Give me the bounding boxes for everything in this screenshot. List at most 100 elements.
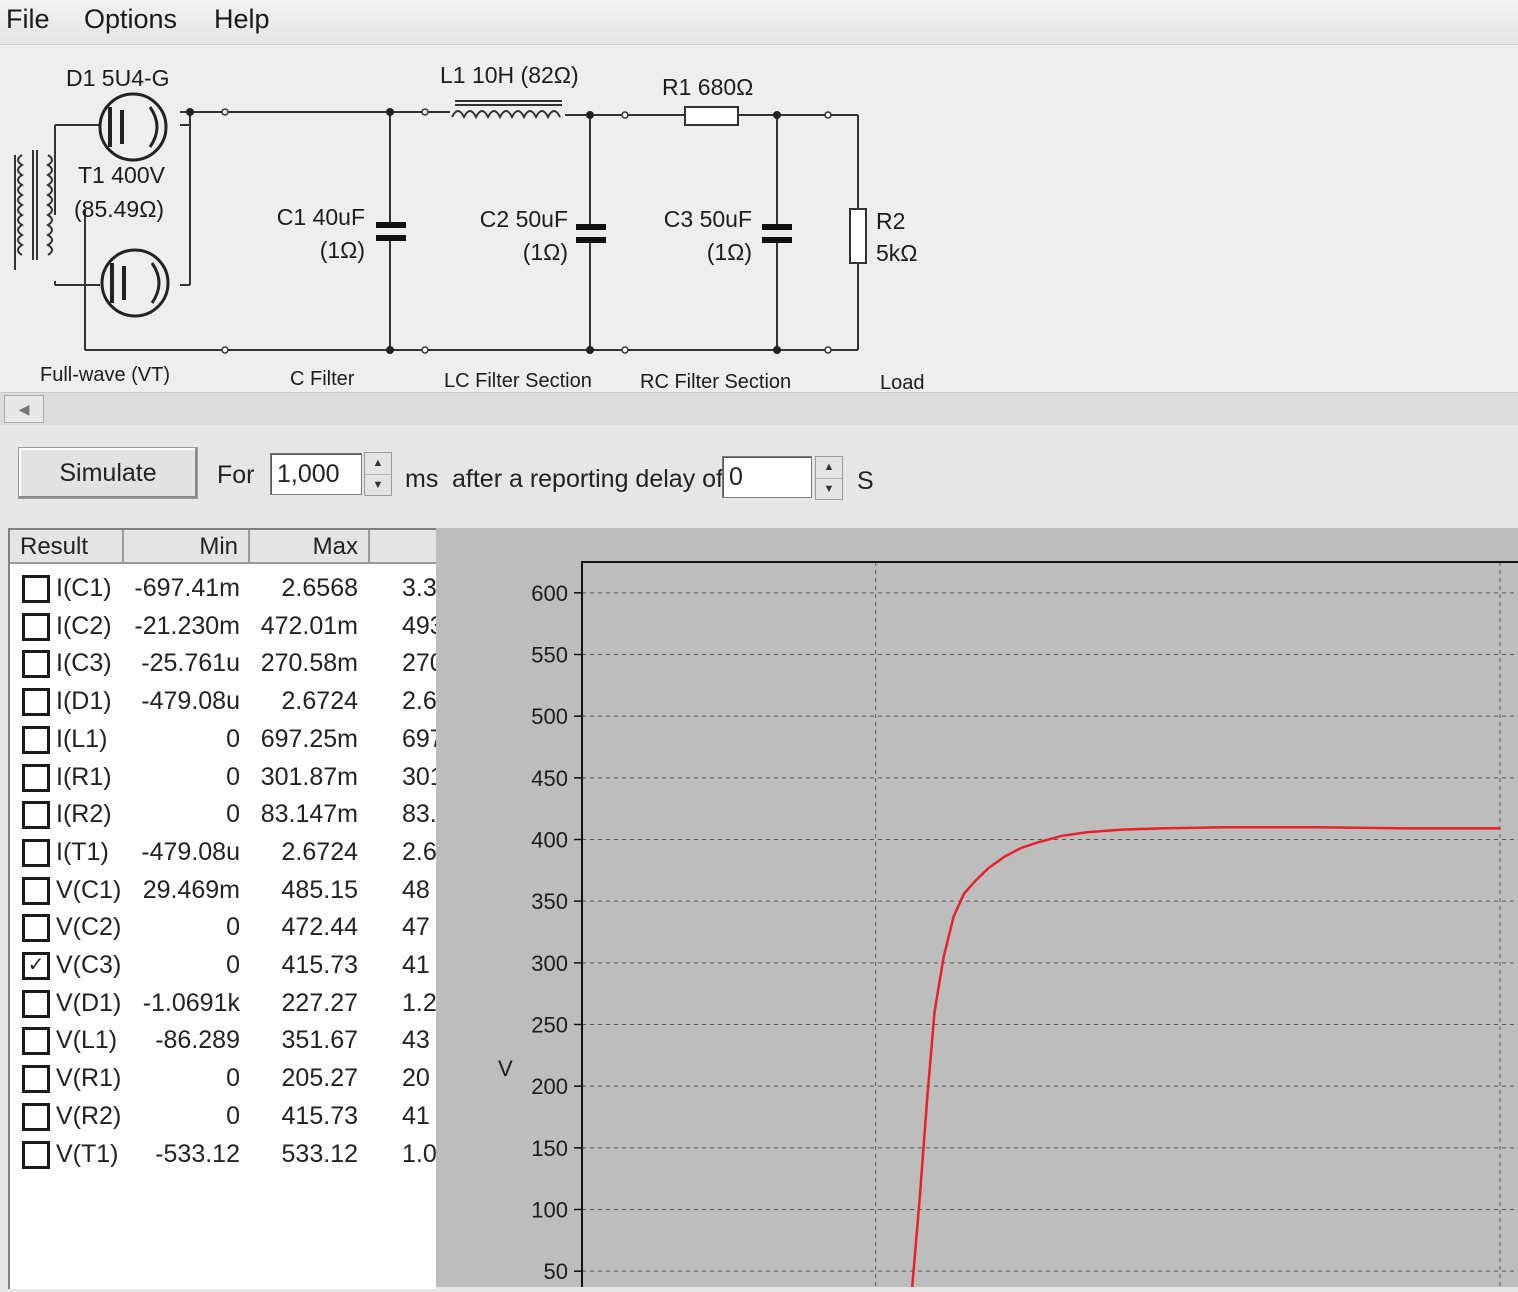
result-name: I(T1) [56,837,109,866]
spin-down-icon[interactable]: ▼ [365,475,391,496]
schematic-panel: D1 5U4-G T1 400V (85.49Ω) L1 10H (82Ω) R… [0,45,1518,395]
table-row[interactable]: V(R1) 0 205.27 20 [10,1060,436,1097]
result-checkbox[interactable] [22,801,50,830]
result-min: 0 [226,800,240,829]
y-tick-label: 250 [531,1013,568,1038]
transformer-t1-icon [14,150,53,270]
waveform-plot: V 50 100 150 200 250 300 350 400 450 500 550 600 [436,528,1518,1292]
result-name: V(L1) [56,1026,118,1055]
spin-up-icon[interactable]: ▲ [816,457,842,479]
result-name: I(R2) [56,800,112,829]
section-c-filter[interactable]: C Filter [290,368,355,390]
result-checkbox[interactable] [22,725,50,754]
label-r2-value: 5kΩ [876,240,918,266]
result-checkbox[interactable] [22,1065,50,1094]
result-name: I(C2) [56,611,112,640]
table-row[interactable]: I(C3) -25.761u 270.58m 270. [10,645,436,682]
table-row[interactable]: V(T1) -533.12 533.12 1.06 [10,1136,436,1173]
table-row[interactable]: I(C2) -21.230m 472.01m 493. [10,608,436,645]
table-row[interactable]: I(T1) -479.08u 2.6724 2.6 [10,834,436,871]
duration-spinner[interactable]: ▲ ▼ [364,452,392,496]
section-lc-filter[interactable]: LC Filter Section [444,370,592,392]
result-min: -21.230m [134,611,240,640]
result-checkbox[interactable] [22,1027,50,1056]
y-tick-label: 450 [531,766,568,791]
capacitor-c1-icon [376,222,406,241]
result-min: 0 [226,762,240,791]
result-name: V(C3) [56,951,122,979]
result-checkbox[interactable] [22,914,50,943]
result-checkbox[interactable] [22,612,50,641]
results-table: Result Min Max I(C1) -697.41m 2.6568 3.3 I(C… [8,528,436,1289]
y-tick-label: 500 [531,704,568,729]
table-row[interactable]: V(R2) 0 415.73 41 [10,1098,436,1135]
result-checkbox[interactable] [22,763,50,792]
result-checkbox[interactable] [22,838,50,867]
result-checkbox[interactable]: ✓ [22,952,50,980]
result-max: 415.73 [281,1101,358,1130]
table-row[interactable]: I(D1) -479.08u 2.6724 2.6 [10,683,436,720]
table-row[interactable]: V(C1) 29.469m 485.15 48 [10,872,436,909]
result-checkbox[interactable] [22,688,50,717]
label-d1: D1 5U4-G [66,65,170,91]
duration-input[interactable] [270,453,362,495]
table-row[interactable]: V(L1) -86.289 351.67 43 [10,1022,436,1059]
result-checkbox[interactable] [22,1102,50,1131]
result-min: 0 [226,1064,240,1093]
scroll-left-arrow-icon[interactable]: ◀ [4,395,44,423]
result-name: V(D1) [56,988,122,1017]
column-header-min[interactable]: Min [124,530,250,564]
result-extra: 3.3 [402,574,436,602]
result-extra: 697. [402,724,436,753]
y-tick-label: 400 [531,828,568,853]
table-row[interactable]: I(R1) 0 301.87m 301. [10,759,436,796]
result-checkbox[interactable] [22,989,50,1018]
table-row[interactable]: I(L1) 0 697.25m 697. [10,721,436,758]
label-r2-name: R2 [876,208,905,234]
schematic-scrollbar[interactable]: ◀ [0,392,1518,426]
result-max: 83.147m [260,800,358,829]
menu-help[interactable]: Help [214,4,270,35]
table-row[interactable]: I(C1) -697.41m 2.6568 3.3 [10,570,436,607]
section-fullwave[interactable]: Full-wave (VT) [40,364,170,386]
result-min: -479.08u [141,837,240,866]
y-tick-label: 300 [531,951,568,976]
table-row[interactable]: I(R2) 0 83.147m 83.1 [10,796,436,833]
column-header-result[interactable]: Result [10,530,124,564]
spin-down-icon[interactable]: ▼ [816,479,842,500]
result-max: 472.44 [281,913,358,942]
label-t1-name: T1 400V [78,162,166,188]
delay-spinner[interactable]: ▲ ▼ [815,456,843,500]
column-header-max[interactable]: Max [250,530,370,564]
result-checkbox[interactable] [22,650,50,679]
result-min: 0 [226,1101,240,1130]
result-checkbox[interactable] [22,1140,50,1169]
label-t1-res: (85.49Ω) [74,196,164,222]
table-row[interactable]: V(D1) -1.0691k 227.27 1.29 [10,985,436,1022]
result-checkbox[interactable] [22,876,50,905]
table-row[interactable]: V(C2) 0 472.44 47 [10,909,436,946]
delay-input[interactable] [722,456,812,498]
y-tick-label: 200 [531,1074,568,1099]
result-extra: 2.6 [402,837,436,866]
result-extra: 493. [402,611,436,640]
result-extra: 41 [402,1101,430,1130]
column-header-extra[interactable] [370,530,436,564]
result-max: 227.27 [281,988,358,1017]
section-rc-filter[interactable]: RC Filter Section [640,371,791,393]
result-max: 485.15 [281,875,358,904]
result-max: 697.25m [260,724,358,753]
table-row[interactable]: ✓ V(C3) 0 415.73 41 [10,947,436,984]
result-extra: 43 [402,1026,430,1055]
menu-options[interactable]: Options [84,4,177,35]
result-min: -25.761u [141,649,240,678]
result-checkbox[interactable] [22,575,50,603]
simulate-button[interactable]: Simulate [18,447,198,499]
result-name: I(L1) [56,724,108,753]
spin-up-icon[interactable]: ▲ [365,453,391,475]
menu-file[interactable]: File [6,4,50,35]
waveform-chart: V 50 100 150 200 250 300 350 400 450 500 550 600 [498,561,1518,1292]
section-load[interactable]: Load [880,372,925,394]
result-min: -479.08u [141,687,240,716]
result-name: V(T1) [56,1139,119,1168]
